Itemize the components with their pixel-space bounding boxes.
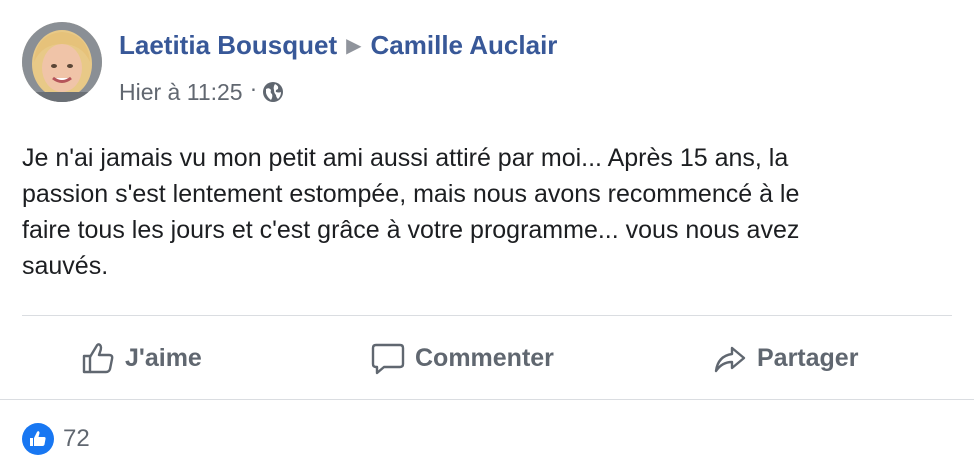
- like-label: J'aime: [125, 343, 202, 372]
- reaction-count: 72: [63, 425, 90, 452]
- comment-label: Commenter: [415, 343, 554, 372]
- comment-bubble-icon: [370, 340, 406, 376]
- recipient-name-link[interactable]: Camille Auclair: [371, 30, 558, 60]
- globe-icon[interactable]: [262, 81, 284, 103]
- right-triangle-icon: ▶: [346, 35, 362, 57]
- share-button[interactable]: Partager: [712, 330, 858, 386]
- actions-divider-bottom: [0, 399, 974, 400]
- post-timestamp[interactable]: Hier à 11:25: [119, 79, 243, 105]
- thumbs-up-outline-icon: [80, 340, 116, 376]
- actions-divider-top: [22, 315, 952, 316]
- post-message: Je n'ai jamais vu mon petit ami aussi at…: [22, 144, 800, 280]
- share-label: Partager: [757, 343, 859, 372]
- separator-dot: ·: [249, 75, 258, 101]
- post-meta: Laetitia Bousquet ▶ Camille Auclair Hier à…: [119, 30, 557, 105]
- like-button[interactable]: J'aime: [80, 330, 202, 386]
- author-avatar[interactable]: [22, 22, 102, 102]
- share-arrow-icon: [712, 340, 748, 376]
- facebook-post: Laetitia Bousquet ▶ Camille Auclair Hier à…: [0, 0, 974, 474]
- reactions-summary[interactable]: 72: [22, 423, 90, 455]
- post-subline: Hier à 11:25 ·: [119, 75, 557, 105]
- author-name-link[interactable]: Laetitia Bousquet: [119, 30, 337, 60]
- comment-button[interactable]: Commenter: [370, 330, 554, 386]
- post-names: Laetitia Bousquet ▶ Camille Auclair: [119, 30, 557, 63]
- post-actions: J'aime Commenter Partager: [0, 330, 974, 386]
- thumbs-up-icon: [22, 423, 54, 455]
- post-header: Laetitia Bousquet ▶ Camille Auclair Hier à…: [22, 22, 557, 105]
- avatar-photo: [22, 22, 102, 102]
